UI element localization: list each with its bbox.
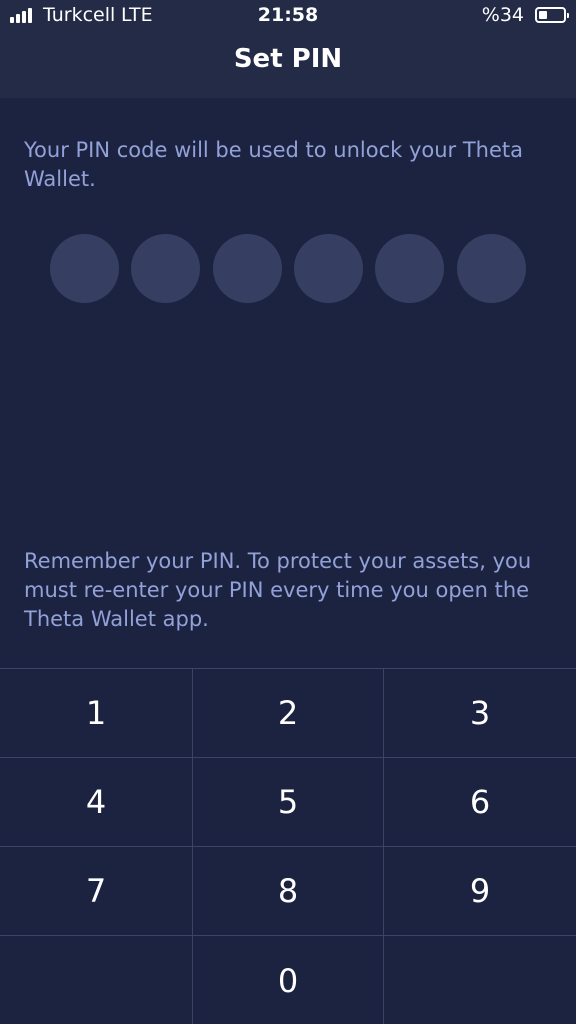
pin-dot [457, 234, 526, 303]
top-bar: Turkcell LTE 21:58 %34 Set PIN [0, 0, 576, 98]
key-empty-left [0, 936, 192, 1024]
pin-dot [213, 234, 282, 303]
key-9[interactable]: 9 [384, 847, 576, 936]
set-pin-screen: Turkcell LTE 21:58 %34 Set PIN Your PIN … [0, 0, 576, 1024]
intro-text: Your PIN code will be used to unlock you… [24, 138, 524, 191]
battery-level [539, 11, 547, 19]
page-title: Set PIN [233, 44, 343, 74]
pin-dot [50, 234, 119, 303]
key-8[interactable]: 8 [192, 847, 384, 936]
reminder-text: Remember your PIN. To protect your asset… [24, 549, 532, 631]
key-6[interactable]: 6 [384, 758, 576, 847]
battery-icon [535, 7, 569, 23]
key-3[interactable]: 3 [384, 669, 576, 758]
pin-dot [375, 234, 444, 303]
key-0[interactable]: 0 [192, 936, 384, 1024]
pin-dot [294, 234, 363, 303]
numeric-keypad: 1 2 3 4 5 6 7 8 9 0 [0, 668, 576, 1024]
key-5[interactable]: 5 [192, 758, 384, 847]
key-7[interactable]: 7 [0, 847, 192, 936]
key-2[interactable]: 2 [192, 669, 384, 758]
battery-percent: %34 [481, 4, 524, 26]
key-1[interactable]: 1 [0, 669, 192, 758]
key-4[interactable]: 4 [0, 758, 192, 847]
key-empty-right [384, 936, 576, 1024]
pin-dot [131, 234, 200, 303]
status-bar: Turkcell LTE 21:58 %34 [0, 0, 576, 32]
pin-indicator [50, 234, 530, 304]
